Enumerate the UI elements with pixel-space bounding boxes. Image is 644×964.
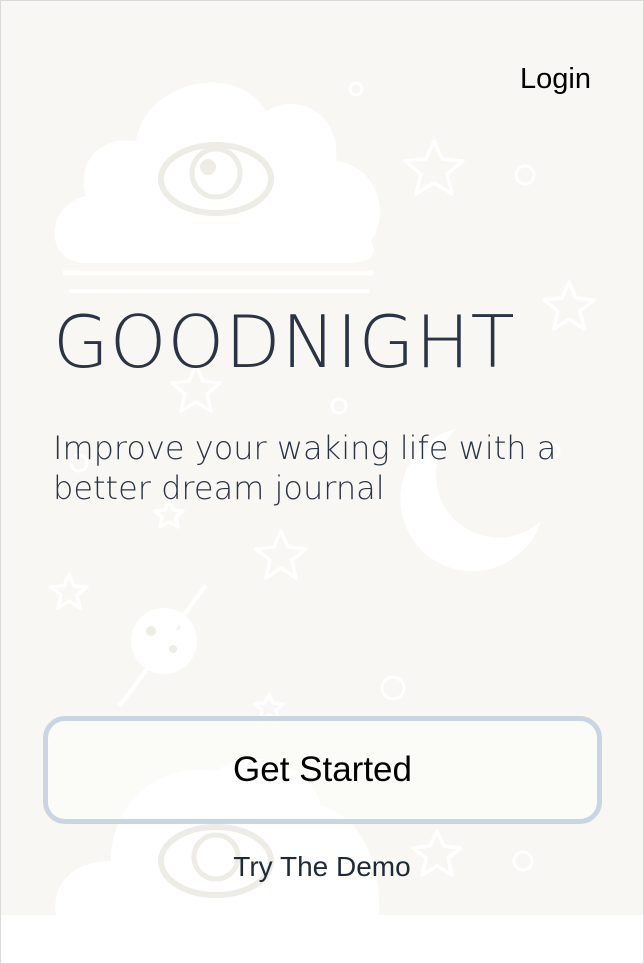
planet-icon <box>117 584 208 708</box>
circle-icon <box>330 397 348 415</box>
star-icon <box>254 529 308 580</box>
star-icon <box>49 572 89 610</box>
circle-icon <box>380 675 406 701</box>
eye-cloud-icon <box>54 82 380 293</box>
star-icon <box>403 139 465 196</box>
circle-icon <box>514 164 536 186</box>
tagline: Improve your waking life with a better d… <box>53 429 557 507</box>
try-demo-link[interactable]: Try The Demo <box>1 851 643 883</box>
get-started-label: Get Started <box>233 750 412 789</box>
hero-section: Login GOODNIGHT Improve your waking life… <box>1 1 643 915</box>
app-screen: Login GOODNIGHT Improve your waking life… <box>0 0 644 964</box>
circle-icon <box>348 81 364 97</box>
app-title: GOODNIGHT <box>53 300 516 384</box>
star-icon <box>542 280 596 331</box>
get-started-button[interactable]: Get Started <box>43 716 602 824</box>
login-link[interactable]: Login <box>520 63 591 96</box>
